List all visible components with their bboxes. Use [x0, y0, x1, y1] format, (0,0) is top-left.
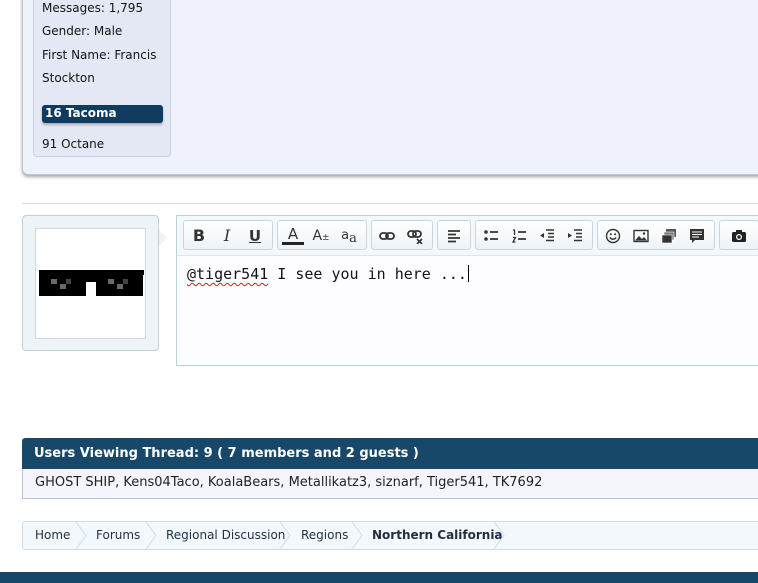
mention-text: @tiger541 [187, 265, 269, 283]
camera-icon[interactable] [728, 225, 750, 247]
font-size-sup: ± [322, 233, 330, 243]
user-info-panel: Messages: 1,795 Gender: Male First Name:… [33, 0, 171, 157]
gender-stat: Gender: Male [42, 24, 122, 38]
font-family-glyph: a [341, 228, 350, 243]
font-family-button[interactable]: aa [338, 225, 360, 247]
numbered-list-icon[interactable] [508, 225, 530, 247]
users-viewing-list: GHOST SHIP, Kens04Taco, KoalaBears, Meta… [22, 469, 758, 499]
first-name-stat: First Name: Francis [42, 48, 156, 62]
pixel-sunglasses-icon [39, 270, 144, 296]
vehicle-badge: 16 Tacoma [42, 105, 163, 123]
gender-label: Gender: [42, 24, 91, 38]
align-left-icon[interactable] [443, 225, 465, 247]
breadcrumb-separator-icon [493, 522, 505, 549]
align-group [437, 220, 471, 250]
messages-label: Messages: [42, 1, 105, 15]
indent-icon[interactable] [564, 225, 586, 247]
avatar[interactable] [35, 228, 146, 339]
first-name-label: First Name: [42, 48, 111, 62]
breadcrumb-home[interactable]: Home [35, 522, 70, 549]
breadcrumb-separator-icon [145, 522, 157, 549]
breadcrumb-forums[interactable]: Forums [96, 522, 140, 549]
list-group [475, 220, 593, 250]
breadcrumb-current: Northern California [372, 528, 503, 542]
editor-content[interactable]: @tiger541 I see you in here ... [187, 265, 469, 283]
users-viewing-title: Users Viewing Thread: 9 ( 7 members and … [22, 438, 758, 469]
outdent-icon[interactable] [536, 225, 558, 247]
first-name-continued: Stockton [42, 71, 95, 85]
bold-button[interactable]: B [188, 225, 210, 247]
messages-stat: Messages: 1,795 [42, 1, 143, 15]
breadcrumb-separator-icon [279, 522, 291, 549]
text-caret [467, 265, 469, 282]
messages-value: 1,795 [108, 1, 144, 15]
footer-bar [0, 572, 758, 583]
text-color-button[interactable]: A [282, 225, 304, 245]
breadcrumb-separator-icon [75, 522, 87, 549]
quote-icon[interactable] [686, 225, 708, 247]
font-family-sub: a [349, 231, 357, 246]
editor-toolbar: B I U A A± aa [177, 216, 758, 256]
avatar-frame [22, 215, 159, 351]
breadcrumb: Home Forums Regional Discussion Regions … [22, 521, 758, 550]
unlink-icon[interactable] [404, 225, 426, 247]
font-group: A A± aa [277, 220, 367, 250]
underline-button[interactable]: U [244, 225, 266, 247]
bullet-list-icon[interactable] [480, 225, 502, 247]
link-group [371, 220, 433, 250]
avatar-pointer [159, 230, 167, 246]
breadcrumb-regions[interactable]: Regions [301, 522, 348, 549]
format-group: B I U [183, 220, 273, 250]
separator [22, 203, 758, 204]
camera-group [719, 220, 758, 250]
image-icon[interactable] [630, 225, 652, 247]
message-text: I see you in here ... [268, 265, 467, 283]
smiley-icon[interactable] [602, 225, 624, 247]
media-icon[interactable] [658, 225, 680, 247]
breadcrumb-separator-icon [351, 522, 363, 549]
first-name-value: Francis [114, 48, 157, 62]
gender-value: Male [93, 24, 123, 38]
font-size-button[interactable]: A± [310, 225, 332, 247]
insert-group [597, 220, 715, 250]
link-icon[interactable] [376, 225, 398, 247]
italic-button[interactable]: I [216, 225, 238, 247]
font-size-glyph: A [312, 228, 323, 244]
vehicle-secondary: 91 Octane [42, 137, 105, 151]
breadcrumb-regional-discussion[interactable]: Regional Discussion [166, 522, 285, 549]
reply-editor[interactable]: B I U A A± aa @tiger541 I see you in her… [176, 215, 758, 366]
